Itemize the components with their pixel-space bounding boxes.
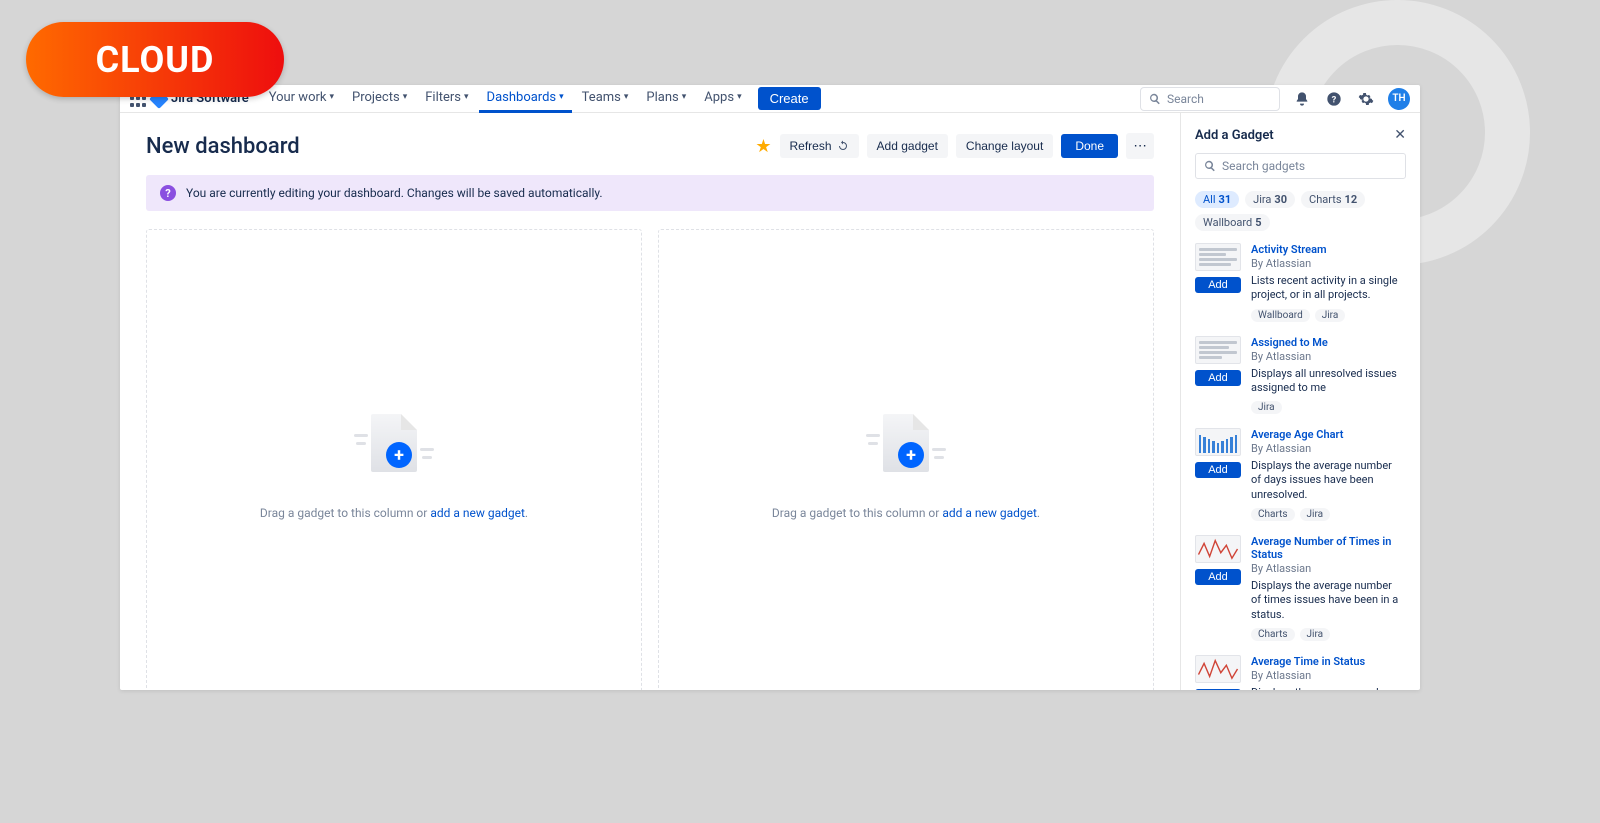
- gadget-author: By Atlassian: [1251, 257, 1404, 270]
- add-gadget-button[interactable]: Add gadget: [867, 134, 948, 158]
- plus-circle-icon: +: [386, 442, 412, 468]
- more-actions-button[interactable]: ⋯: [1126, 133, 1154, 159]
- filter-chip-all[interactable]: All 31: [1195, 191, 1239, 208]
- refresh-button[interactable]: Refresh: [780, 134, 859, 158]
- global-search[interactable]: Search: [1140, 87, 1280, 111]
- gadget-tag[interactable]: Jira: [1300, 508, 1331, 521]
- svg-text:?: ?: [1332, 94, 1337, 105]
- drag-hint-text: Drag a gadget to this column or: [260, 506, 430, 520]
- gadget-author: By Atlassian: [1251, 442, 1404, 455]
- close-icon[interactable]: ✕: [1394, 127, 1406, 143]
- help-icon[interactable]: ?: [1324, 89, 1344, 109]
- add-gadget-link[interactable]: add a new gadget: [430, 506, 525, 520]
- gadget-thumb: [1195, 428, 1241, 456]
- filter-chip-charts[interactable]: Charts 12: [1301, 191, 1365, 208]
- gadget-description: Displays the average number of days issu…: [1251, 459, 1404, 502]
- nav-item-filters[interactable]: Filters▾: [417, 85, 476, 113]
- gadget-panel: Add a Gadget ✕ Search gadgets All 31 Jira…: [1180, 113, 1420, 690]
- gadget-author: By Atlassian: [1251, 669, 1404, 682]
- gadget-description: Displays the average number of times iss…: [1251, 579, 1404, 622]
- gadget-tag[interactable]: Wallboard: [1251, 309, 1310, 322]
- search-icon: [1204, 160, 1216, 172]
- gadget-add-button[interactable]: Add: [1195, 569, 1241, 585]
- search-placeholder: Search: [1167, 92, 1204, 106]
- notifications-icon[interactable]: [1292, 89, 1312, 109]
- settings-icon[interactable]: [1356, 89, 1376, 109]
- refresh-icon: [837, 140, 849, 152]
- gadget-tag[interactable]: Jira: [1251, 401, 1282, 414]
- create-button[interactable]: Create: [758, 87, 821, 110]
- gadget-item: Add Activity StreamBy Atlassian Lists rece…: [1195, 243, 1404, 322]
- empty-column-illustration: +: [866, 408, 946, 488]
- nav-item-projects[interactable]: Projects▾: [344, 85, 415, 113]
- gadget-add-button[interactable]: Add: [1195, 462, 1241, 478]
- star-icon[interactable]: ★: [755, 136, 771, 157]
- gadget-add-button[interactable]: Add: [1195, 370, 1241, 386]
- gadget-name[interactable]: Average Age Chart: [1251, 428, 1404, 441]
- gadget-description: Displays all unresolved issues assigned …: [1251, 367, 1404, 396]
- nav-item-teams[interactable]: Teams▾: [574, 85, 637, 113]
- done-button[interactable]: Done: [1061, 134, 1118, 158]
- gadget-thumb: [1195, 243, 1241, 271]
- refresh-label: Refresh: [790, 139, 832, 153]
- dashboard-column[interactable]: + Drag a gadget to this column or add a …: [658, 229, 1154, 690]
- drag-hint-text: Drag a gadget to this column or: [772, 506, 942, 520]
- search-icon: [1149, 93, 1161, 105]
- filter-chip-jira[interactable]: Jira 30: [1245, 191, 1295, 208]
- plus-circle-icon: +: [898, 442, 924, 468]
- gadget-name[interactable]: Average Time in Status: [1251, 655, 1404, 668]
- filter-chip-wallboard[interactable]: Wallboard 5: [1195, 214, 1270, 231]
- top-navigation: Jira Software Your work▾Projects▾Filters…: [120, 85, 1420, 113]
- gadget-search-placeholder: Search gadgets: [1222, 159, 1305, 173]
- gadget-add-button[interactable]: Add: [1195, 689, 1241, 690]
- period: .: [525, 506, 528, 520]
- gadget-add-button[interactable]: Add: [1195, 277, 1241, 293]
- gadget-item: Add Average Time in StatusBy Atlassian Dis…: [1195, 655, 1404, 690]
- panel-title: Add a Gadget: [1195, 128, 1394, 143]
- gadget-thumb: [1195, 336, 1241, 364]
- gadget-tag[interactable]: Jira: [1300, 628, 1331, 641]
- nav-item-apps[interactable]: Apps▾: [696, 85, 749, 113]
- gadget-list: AddActivity StreamBy AtlassianLists rece…: [1195, 243, 1406, 690]
- app-window: Jira Software Your work▾Projects▾Filters…: [120, 85, 1420, 690]
- user-avatar[interactable]: TH: [1388, 88, 1410, 110]
- gadget-thumb: [1195, 535, 1241, 563]
- gadget-tag[interactable]: Charts: [1251, 508, 1295, 521]
- gadget-name[interactable]: Average Number of Times in Status: [1251, 535, 1404, 561]
- gadget-item: Add Average Number of Times in StatusBy A…: [1195, 535, 1404, 641]
- nav-item-plans[interactable]: Plans▾: [638, 85, 694, 113]
- gadget-description: Lists recent activity in a single projec…: [1251, 274, 1404, 303]
- gadget-author: By Atlassian: [1251, 562, 1404, 575]
- info-icon: ?: [160, 185, 176, 201]
- gadget-description: Displays the average number of days reso…: [1251, 686, 1404, 690]
- nav-items: Your work▾Projects▾Filters▾Dashboards▾Te…: [261, 85, 750, 113]
- nav-item-your-work[interactable]: Your work▾: [261, 85, 342, 113]
- nav-item-dashboards[interactable]: Dashboards▾: [479, 85, 572, 113]
- gadget-thumb: [1195, 655, 1241, 683]
- cloud-badge: CLOUD: [26, 22, 284, 97]
- category-chips: All 31 Jira 30 Charts 12 Wallboard 5: [1195, 191, 1406, 231]
- empty-column-illustration: +: [354, 408, 434, 488]
- gadget-name[interactable]: Assigned to Me: [1251, 336, 1404, 349]
- page-title: New dashboard: [146, 134, 755, 159]
- gadget-tag[interactable]: Charts: [1251, 628, 1295, 641]
- gadget-tag[interactable]: Jira: [1315, 309, 1346, 322]
- dashboard-header: New dashboard ★ Refresh Add gadget Chang…: [146, 133, 1154, 159]
- info-banner: ? You are currently editing your dashboa…: [146, 175, 1154, 211]
- gadget-author: By Atlassian: [1251, 350, 1404, 363]
- gadget-search[interactable]: Search gadgets: [1195, 153, 1406, 179]
- dashboard-column[interactable]: + Drag a gadget to this column or add a …: [146, 229, 642, 690]
- banner-text: You are currently editing your dashboard…: [186, 186, 603, 200]
- gadget-name[interactable]: Activity Stream: [1251, 243, 1404, 256]
- gadget-item: Add Average Age ChartBy Atlassian Displays…: [1195, 428, 1404, 521]
- gadget-item: Add Assigned to MeBy Atlassian Displays al…: [1195, 336, 1404, 415]
- period: .: [1037, 506, 1040, 520]
- add-gadget-link[interactable]: add a new gadget: [942, 506, 1037, 520]
- change-layout-button[interactable]: Change layout: [956, 134, 1053, 158]
